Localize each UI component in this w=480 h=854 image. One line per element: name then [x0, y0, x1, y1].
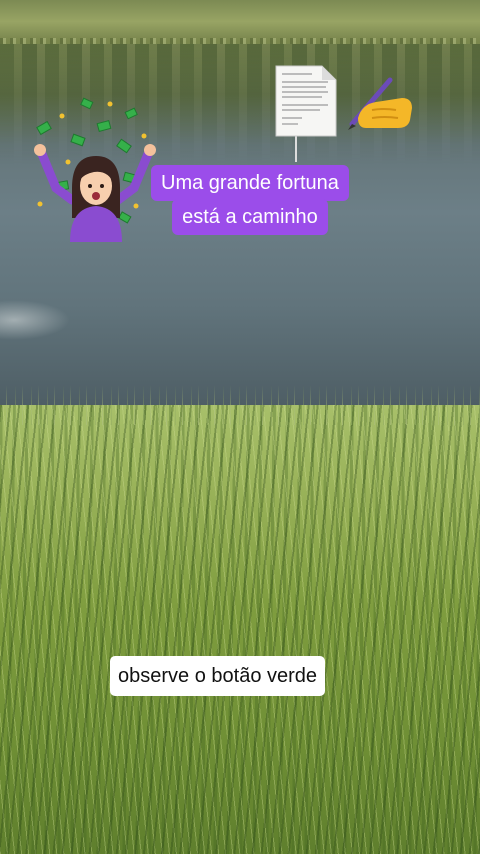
caption-line-1: Uma grande fortuna — [151, 165, 349, 201]
video-frame: Uma grande fortuna está a caminho observ… — [0, 0, 480, 854]
caption-line-2: está a caminho — [172, 199, 328, 235]
document-icon — [272, 64, 340, 164]
grass-tips — [0, 385, 480, 425]
grass-blades — [0, 405, 480, 854]
far-shore-vegetation — [0, 0, 480, 48]
hint-caption: observe o botão verde — [110, 656, 326, 696]
woman-money-rain-icon — [28, 96, 162, 242]
water-glare — [0, 300, 70, 340]
fortune-caption: Uma grande fortuna está a caminho — [151, 165, 349, 235]
writing-hand-icon — [344, 74, 416, 132]
